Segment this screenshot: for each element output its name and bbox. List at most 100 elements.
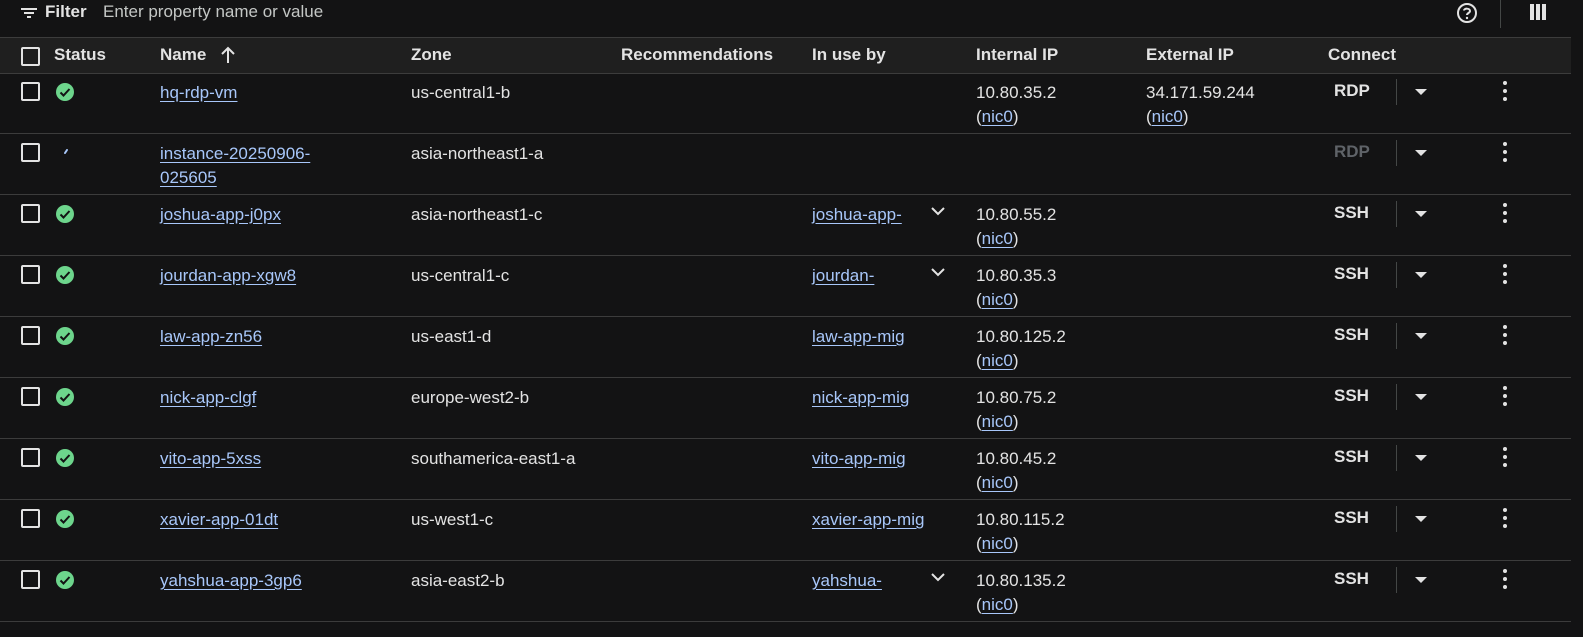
table-row: vito-app-5xss southamerica-east1-a vito-…	[0, 439, 1571, 500]
connect-button[interactable]: SSH	[1334, 203, 1369, 223]
row-checkbox[interactable]	[21, 326, 40, 345]
connect-divider	[1396, 445, 1397, 471]
row-checkbox[interactable]	[21, 509, 40, 528]
connect-dropdown-icon[interactable]	[1415, 333, 1427, 339]
connect-dropdown-icon[interactable]	[1415, 272, 1427, 278]
instance-name-link[interactable]: law-app-zn56	[160, 325, 262, 349]
more-actions-icon[interactable]	[1502, 264, 1508, 286]
table-row: xavier-app-01dt us-west1-c xavier-app-mi…	[0, 500, 1571, 561]
column-in-use-by[interactable]: In use by	[812, 45, 886, 65]
in-use-by-link[interactable]: joshua-app-	[812, 203, 902, 227]
instance-name-link[interactable]: xavier-app-01dt	[160, 508, 278, 532]
table-row: jourdan-app-xgw8 us-central1-c jourdan- …	[0, 256, 1571, 317]
row-checkbox[interactable]	[21, 387, 40, 406]
nic-link[interactable]: nic0	[982, 534, 1013, 553]
instance-name-link[interactable]: vito-app-5xss	[160, 447, 261, 471]
status-ok-icon	[56, 571, 74, 589]
connect-divider	[1396, 567, 1397, 593]
column-zone[interactable]: Zone	[411, 45, 452, 65]
connect-dropdown-icon[interactable]	[1415, 516, 1427, 522]
connect-button[interactable]: SSH	[1334, 569, 1369, 589]
filter-label[interactable]: Filter	[45, 2, 87, 22]
internal-ip-value: 10.80.115.2	[976, 510, 1065, 529]
more-actions-icon[interactable]	[1502, 142, 1508, 164]
row-checkbox[interactable]	[21, 448, 40, 467]
connect-dropdown-icon[interactable]	[1415, 89, 1427, 95]
instance-name-link-cont[interactable]: 025605	[160, 166, 310, 190]
internal-ip: 10.80.75.2 (nic0)	[976, 388, 1057, 431]
select-all-checkbox[interactable]	[21, 47, 40, 66]
nic-link[interactable]: nic0	[982, 412, 1013, 431]
connect-button[interactable]: RDP	[1334, 81, 1370, 101]
connect-dropdown-icon[interactable]	[1415, 577, 1427, 583]
connect-dropdown-icon[interactable]	[1415, 455, 1427, 461]
column-display-icon[interactable]	[1530, 4, 1546, 20]
expand-chevron-icon[interactable]	[930, 205, 946, 217]
column-external-ip[interactable]: External IP	[1146, 45, 1234, 65]
more-actions-icon[interactable]	[1502, 508, 1508, 530]
connect-button[interactable]: SSH	[1334, 325, 1369, 345]
nic-link[interactable]: nic0	[1152, 107, 1183, 126]
row-checkbox[interactable]	[21, 143, 40, 162]
connect-dropdown-icon[interactable]	[1415, 394, 1427, 400]
internal-ip: 10.80.115.2 (nic0)	[976, 510, 1065, 553]
connect-divider	[1396, 384, 1397, 410]
status-ok-icon	[56, 83, 74, 101]
instance-name-link[interactable]: jourdan-app-xgw8	[160, 264, 296, 288]
nic-link[interactable]: nic0	[982, 595, 1013, 614]
nic-link[interactable]: nic0	[982, 351, 1013, 370]
external-ip: 34.171.59.244 (nic0)	[1146, 83, 1255, 126]
column-recommendations[interactable]: Recommendations	[621, 45, 773, 65]
connect-divider	[1396, 262, 1397, 288]
help-icon[interactable]	[1456, 2, 1478, 24]
more-actions-icon[interactable]	[1502, 569, 1508, 591]
more-actions-icon[interactable]	[1502, 203, 1508, 225]
row-checkbox[interactable]	[21, 570, 40, 589]
connect-button[interactable]: RDP	[1334, 142, 1370, 162]
row-checkbox[interactable]	[21, 82, 40, 101]
instance-name-link[interactable]: nick-app-clgf	[160, 386, 256, 410]
in-use-by-link[interactable]: nick-app-mig	[812, 386, 909, 410]
expand-chevron-icon[interactable]	[930, 266, 946, 278]
column-status[interactable]: Status	[54, 45, 106, 65]
connect-dropdown-icon[interactable]	[1415, 211, 1427, 217]
expand-chevron-icon[interactable]	[930, 571, 946, 583]
connect-button[interactable]: SSH	[1334, 447, 1369, 467]
zone-text: us-east1-d	[411, 327, 492, 346]
instance-name-link[interactable]: yahshua-app-3gp6	[160, 569, 302, 593]
internal-ip-value: 10.80.135.2	[976, 571, 1066, 590]
in-use-by-link[interactable]: xavier-app-mig	[812, 508, 924, 532]
status-spinner-icon	[64, 149, 68, 154]
in-use-by-link[interactable]: jourdan-	[812, 264, 874, 288]
connect-button[interactable]: SSH	[1334, 508, 1369, 528]
connect-divider	[1396, 201, 1397, 227]
more-actions-icon[interactable]	[1502, 447, 1508, 469]
instance-name-link[interactable]: joshua-app-j0px	[160, 203, 281, 227]
column-name[interactable]: Name	[160, 45, 206, 65]
more-actions-icon[interactable]	[1502, 325, 1508, 347]
instance-name-link[interactable]: instance-20250906-	[160, 142, 310, 166]
sort-ascending-icon[interactable]	[220, 46, 236, 64]
nic-link[interactable]: nic0	[982, 229, 1013, 248]
connect-button[interactable]: SSH	[1334, 264, 1369, 284]
connect-button[interactable]: SSH	[1334, 386, 1369, 406]
nic-link[interactable]: nic0	[982, 290, 1013, 309]
filter-icon[interactable]	[20, 4, 38, 22]
column-connect: Connect	[1328, 45, 1396, 64]
in-use-by-link[interactable]: vito-app-mig	[812, 447, 906, 471]
filter-input[interactable]: Enter property name or value	[103, 2, 323, 22]
row-checkbox[interactable]	[21, 265, 40, 284]
nic-link[interactable]: nic0	[982, 107, 1013, 126]
more-actions-icon[interactable]	[1502, 81, 1508, 103]
in-use-by-link[interactable]: yahshua-	[812, 569, 882, 593]
zone-text: asia-northeast1-c	[411, 205, 543, 224]
column-internal-ip[interactable]: Internal IP	[976, 45, 1058, 65]
row-checkbox[interactable]	[21, 204, 40, 223]
in-use-by-link[interactable]: law-app-mig	[812, 325, 905, 349]
connect-dropdown-icon[interactable]	[1415, 150, 1427, 156]
internal-ip-value: 10.80.45.2	[976, 449, 1057, 468]
instance-name-link[interactable]: hq-rdp-vm	[160, 81, 237, 105]
internal-ip: 10.80.35.2 (nic0)	[976, 83, 1057, 126]
more-actions-icon[interactable]	[1502, 386, 1508, 408]
nic-link[interactable]: nic0	[982, 473, 1013, 492]
